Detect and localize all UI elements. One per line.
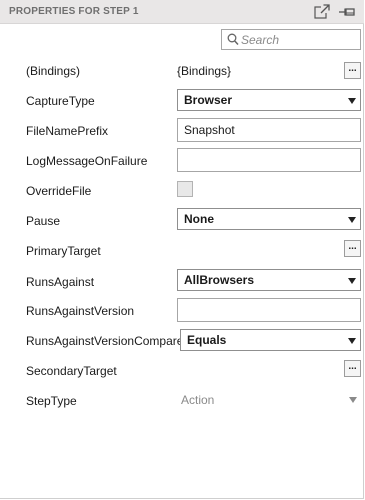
runs-against-dropdown[interactable]: AllBrowsers [177,269,361,291]
dropdown-caret-icon [349,397,357,403]
runs-against-version-input[interactable] [184,302,354,318]
pin-icon[interactable] [337,4,357,23]
search-box[interactable] [221,29,361,50]
label-runs-against-version: RunsAgainstVersion [26,304,135,318]
label-secondary-target: SecondaryTarget [26,364,117,378]
popout-icon[interactable] [313,3,331,24]
label-runs-against-version-compare: RunsAgainstVersionCompare [26,334,184,348]
primary-target-browse-button[interactable]: ... [344,240,361,257]
override-file-checkbox[interactable] [177,181,193,197]
properties-panel: PROPERTIES FOR STEP 1 Search (Bindings) … [0,0,364,499]
search-input[interactable] [241,31,355,48]
label-pause: Pause [26,214,61,228]
label-capture-type: CaptureType [26,94,95,108]
pause-value: None [184,212,214,226]
log-message-on-failure-input[interactable] [184,152,354,168]
bindings-browse-button[interactable]: ... [344,62,361,79]
log-message-on-failure-field[interactable] [177,148,361,172]
dropdown-caret-icon [348,338,356,344]
pause-dropdown[interactable]: None [177,208,361,230]
runs-against-value: AllBrowsers [184,273,255,287]
capture-type-dropdown[interactable]: Browser [177,89,361,111]
file-name-prefix-input[interactable] [184,122,354,138]
runs-against-version-field[interactable] [177,298,361,322]
value-bindings: {Bindings} [177,64,232,78]
dropdown-caret-icon [348,217,356,223]
label-file-name-prefix: FileNamePrefix [26,124,109,138]
label-primary-target: PrimaryTarget [26,244,101,258]
secondary-target-browse-button[interactable]: ... [344,360,361,377]
dropdown-caret-icon [348,278,356,284]
panel-header: PROPERTIES FOR STEP 1 [0,0,364,24]
label-step-type: StepType [26,394,77,408]
label-override-file: OverrideFile [26,184,92,198]
runs-against-version-compare-value: Equals [187,333,227,347]
search-icon [227,33,239,49]
label-log-message-on-failure: LogMessageOnFailure [26,154,148,168]
panel-title: PROPERTIES FOR STEP 1 [9,6,139,17]
capture-type-value: Browser [184,93,233,107]
label-runs-against: RunsAgainst [26,275,95,289]
runs-against-version-compare-dropdown[interactable]: Equals [180,329,361,351]
dropdown-caret-icon [348,98,356,104]
step-type-value: Action [181,393,215,407]
label-bindings: (Bindings) [26,64,81,78]
file-name-prefix-field[interactable] [177,118,361,142]
